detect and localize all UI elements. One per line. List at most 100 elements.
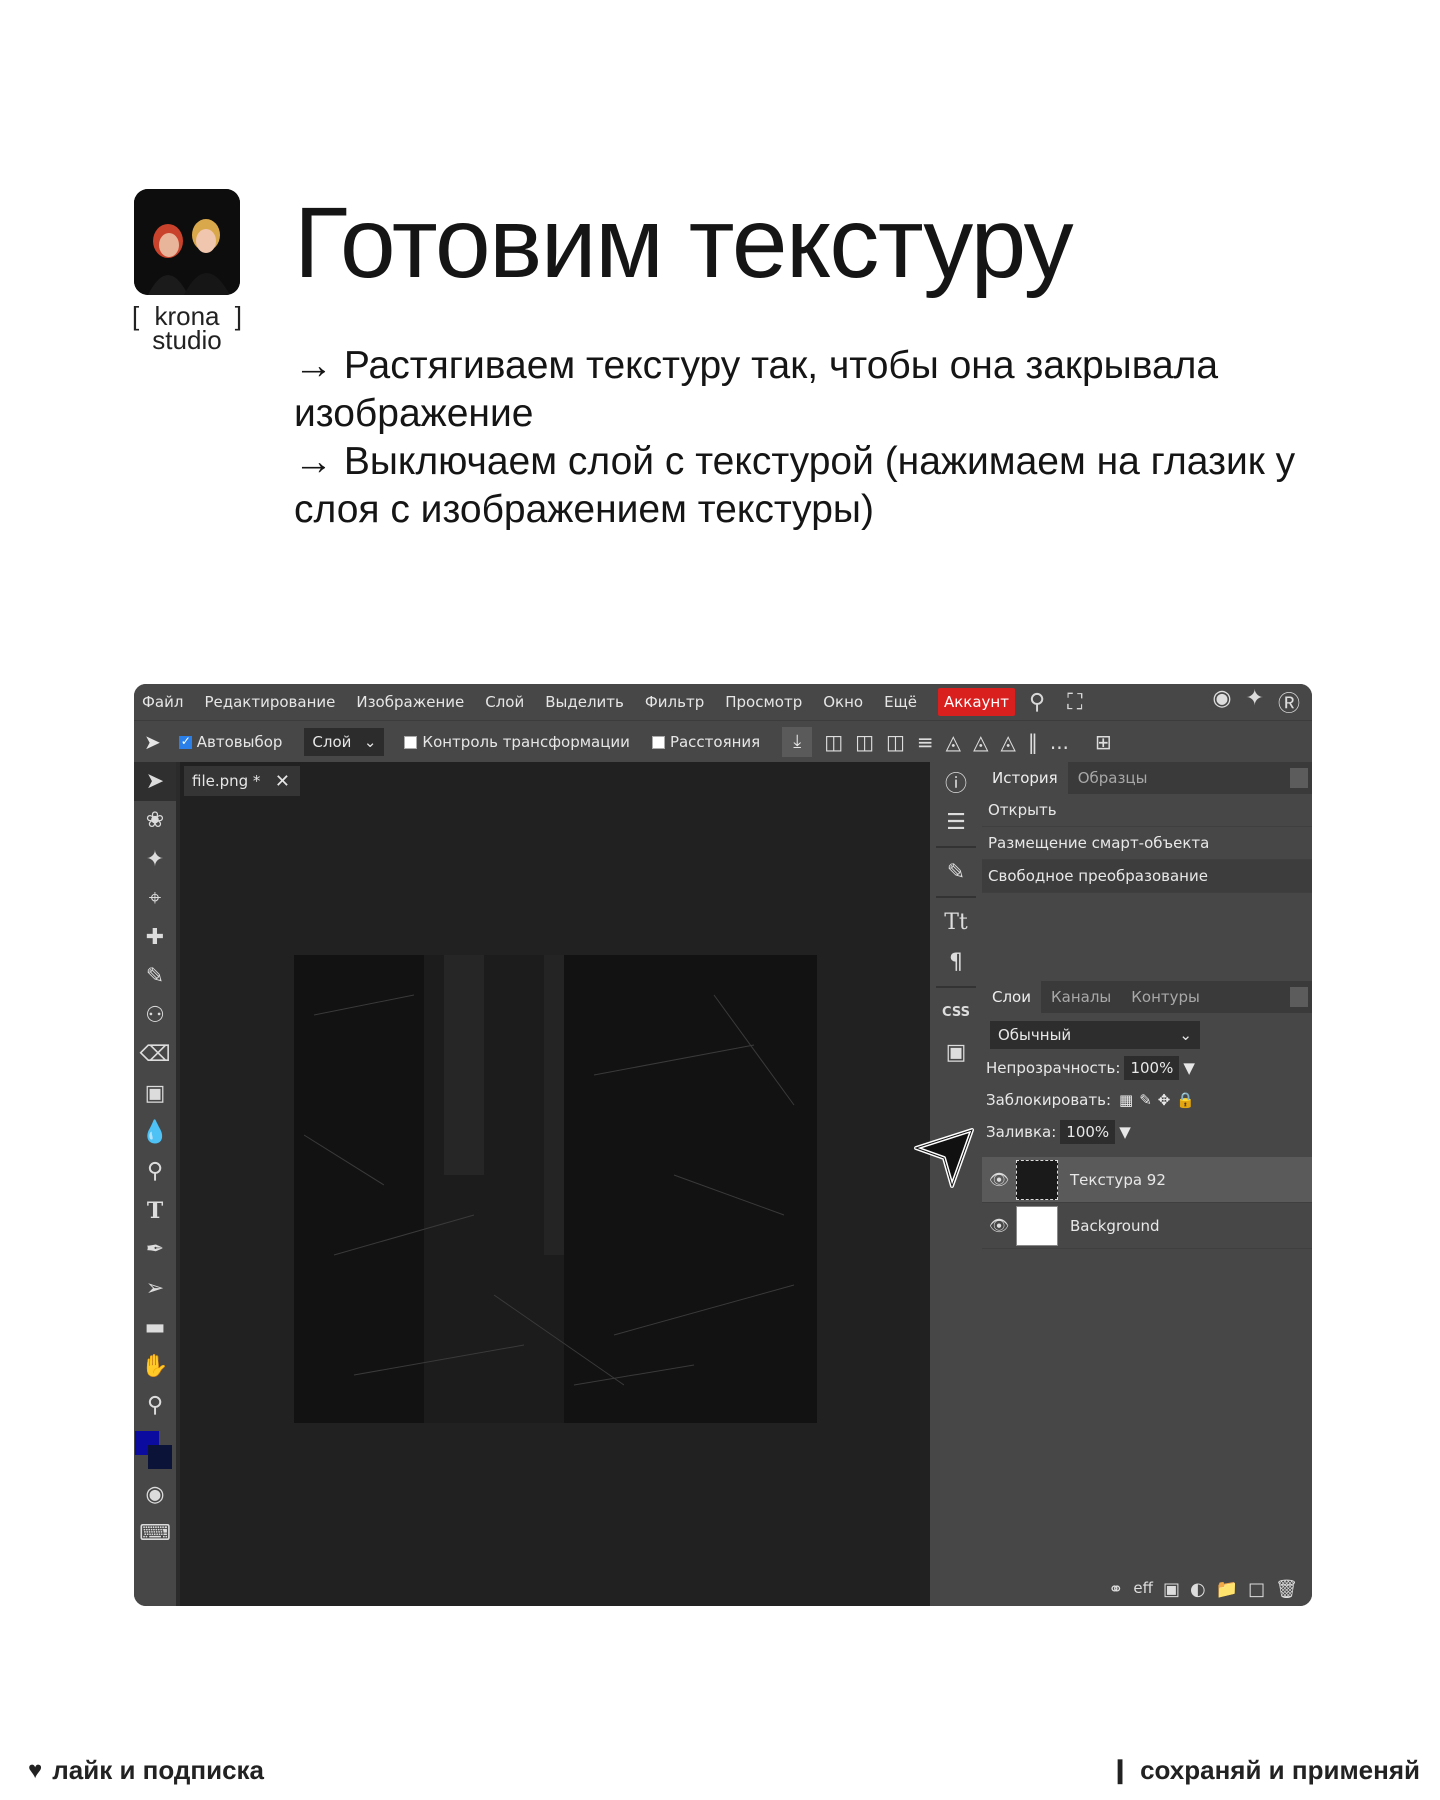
lock-transparency-icon[interactable]: ▦	[1119, 1091, 1133, 1109]
footer-like: ♥ лайк и подписка	[28, 1755, 264, 1786]
rectangle-tool-icon[interactable]: ▬	[134, 1308, 176, 1347]
background-color-swatch[interactable]	[148, 1445, 172, 1469]
info-icon[interactable]: ⓘ	[930, 762, 982, 802]
css-icon[interactable]: CSS	[930, 992, 982, 1032]
align-center-h-icon[interactable]: ◫	[855, 730, 874, 754]
transform-controls-checkbox[interactable]: Контроль трансформации	[404, 733, 630, 751]
menu-more[interactable]: Ещё	[884, 693, 917, 711]
triangle-down-icon[interactable]: ▼	[1183, 1059, 1195, 1077]
blend-mode-value: Обычный	[998, 1026, 1072, 1044]
fill-control: Заливка: 100% ▼	[986, 1119, 1312, 1145]
align-right-icon[interactable]: ◫	[886, 730, 905, 754]
twitter-icon[interactable]: ✦	[1246, 686, 1264, 718]
reddit-icon[interactable]: ◉	[1212, 686, 1231, 718]
new-layer-icon[interactable]: □	[1248, 1579, 1265, 1600]
mask-icon[interactable]: ▣	[1163, 1579, 1180, 1600]
magic-wand-tool-icon[interactable]: ✦	[134, 840, 176, 879]
history-item[interactable]: Открыть	[982, 794, 1312, 827]
eraser-tool-icon[interactable]: ⌫	[134, 1035, 176, 1074]
menu-filter[interactable]: Фильтр	[645, 693, 704, 711]
more-options[interactable]: ...	[1050, 730, 1069, 754]
effects-button[interactable]: eff	[1133, 1579, 1153, 1600]
hand-tool-icon[interactable]: ✋	[134, 1347, 176, 1386]
photo-editor-window: Файл Редактирование Изображение Слой Выд…	[134, 684, 1312, 1606]
type-tool-icon[interactable]: T	[134, 1191, 176, 1230]
character-icon[interactable]: Tt	[930, 902, 982, 942]
fill-input[interactable]: 100%	[1060, 1120, 1116, 1144]
quick-mask-icon[interactable]: ◉	[134, 1475, 176, 1514]
tab-history[interactable]: История	[982, 762, 1068, 794]
brush-settings-icon[interactable]: ✎	[930, 852, 982, 892]
menu-layer[interactable]: Слой	[485, 693, 524, 711]
blur-tool-icon[interactable]: 💧	[134, 1113, 176, 1152]
close-icon[interactable]: ✕	[275, 771, 290, 792]
adjustments-icon[interactable]: ☰	[930, 802, 982, 842]
search-icon[interactable]: ⚲	[1029, 690, 1045, 715]
adjustment-layer-icon[interactable]: ◐	[1190, 1579, 1206, 1600]
lock-position-icon[interactable]: ✥	[1158, 1091, 1171, 1109]
align-middle-icon[interactable]: ◬	[973, 730, 988, 754]
document-tab-title: file.png *	[192, 772, 261, 790]
menu-edit[interactable]: Редактирование	[204, 693, 335, 711]
zoom-tool-icon[interactable]: ⚲	[134, 1386, 176, 1425]
document-tab[interactable]: file.png * ✕	[184, 766, 300, 796]
panel-menu-icon[interactable]	[1290, 987, 1308, 1007]
grid-icon[interactable]: ⊞	[1095, 730, 1112, 754]
autoselect-checkbox[interactable]: Автовыбор	[178, 732, 283, 751]
layer-row[interactable]: 👁 Background	[982, 1203, 1312, 1249]
distances-checkbox[interactable]: Расстояния	[651, 733, 760, 751]
tab-channels[interactable]: Каналы	[1041, 981, 1121, 1013]
menu-image[interactable]: Изображение	[356, 693, 464, 711]
menu-file[interactable]: Файл	[142, 693, 183, 711]
menu-bar: Файл Редактирование Изображение Слой Выд…	[134, 684, 1312, 720]
healing-brush-tool-icon[interactable]: ✚	[134, 918, 176, 957]
folder-icon[interactable]: 📁	[1216, 1579, 1238, 1600]
eye-icon[interactable]: 👁	[982, 1170, 1016, 1189]
opacity-input[interactable]: 100%	[1124, 1056, 1180, 1080]
lock-pixels-icon[interactable]: ✎	[1139, 1091, 1152, 1109]
blend-mode-select[interactable]: Обычный ⌄	[990, 1021, 1200, 1049]
tab-paths[interactable]: Контуры	[1121, 981, 1210, 1013]
paragraph-icon[interactable]: ¶	[930, 942, 982, 982]
texture-canvas[interactable]	[294, 955, 817, 1423]
image-icon[interactable]: ▣	[930, 1032, 982, 1072]
link-icon[interactable]: ⚭	[1108, 1579, 1123, 1600]
menu-window[interactable]: Окно	[823, 693, 863, 711]
distribute-v-icon[interactable]: ‖	[1028, 730, 1038, 754]
eye-icon[interactable]: 👁	[982, 1216, 1016, 1235]
align-top-icon[interactable]: ◬	[946, 730, 961, 754]
tab-swatches[interactable]: Образцы	[1068, 762, 1158, 794]
menu-select[interactable]: Выделить	[545, 693, 624, 711]
fullscreen-icon[interactable]: ⛶	[1067, 690, 1082, 715]
trash-icon[interactable]: 🗑	[1275, 1579, 1298, 1600]
tab-layers[interactable]: Слои	[982, 981, 1041, 1013]
color-swatches[interactable]	[134, 1425, 176, 1475]
clone-stamp-tool-icon[interactable]: ⚇	[134, 996, 176, 1035]
facebook-icon[interactable]: Ⓡ	[1278, 686, 1300, 718]
autoselect-label: Автовыбор	[196, 732, 283, 751]
lasso-tool-icon[interactable]: ❀	[134, 801, 176, 840]
keyboard-icon[interactable]: ⌨	[134, 1514, 176, 1553]
lock-all-icon[interactable]: 🔒	[1176, 1091, 1195, 1109]
footer-save-text: сохраняй и применяй	[1140, 1755, 1420, 1785]
checkbox-checked-icon	[178, 734, 192, 749]
layer-row[interactable]: 👁 Текстура 92	[982, 1157, 1312, 1203]
triangle-down-icon[interactable]: ▼	[1119, 1123, 1131, 1141]
align-left-icon[interactable]: ◫	[824, 730, 843, 754]
crop-tool-icon[interactable]: ⌖	[134, 879, 176, 918]
dodge-tool-icon[interactable]: ⚲	[134, 1152, 176, 1191]
distribute-h-icon[interactable]: ≡	[917, 730, 934, 754]
path-select-tool-icon[interactable]: ➢	[134, 1269, 176, 1308]
menu-view[interactable]: Просмотр	[725, 693, 802, 711]
move-tool-icon[interactable]: ➤	[134, 762, 176, 801]
download-icon[interactable]: ⤓	[782, 726, 813, 757]
history-item[interactable]: Свободное преобразование	[982, 860, 1312, 893]
account-button[interactable]: Аккаунт	[937, 688, 1015, 716]
align-bottom-icon[interactable]: ◬	[1000, 730, 1015, 754]
panel-menu-icon[interactable]	[1290, 768, 1308, 788]
pen-tool-icon[interactable]: ✒	[134, 1230, 176, 1269]
gradient-tool-icon[interactable]: ▣	[134, 1074, 176, 1113]
history-item[interactable]: Размещение смарт-объекта	[982, 827, 1312, 860]
autoselect-target-select[interactable]: Слой ⌄	[304, 727, 385, 756]
brush-tool-icon[interactable]: ✎	[134, 957, 176, 996]
